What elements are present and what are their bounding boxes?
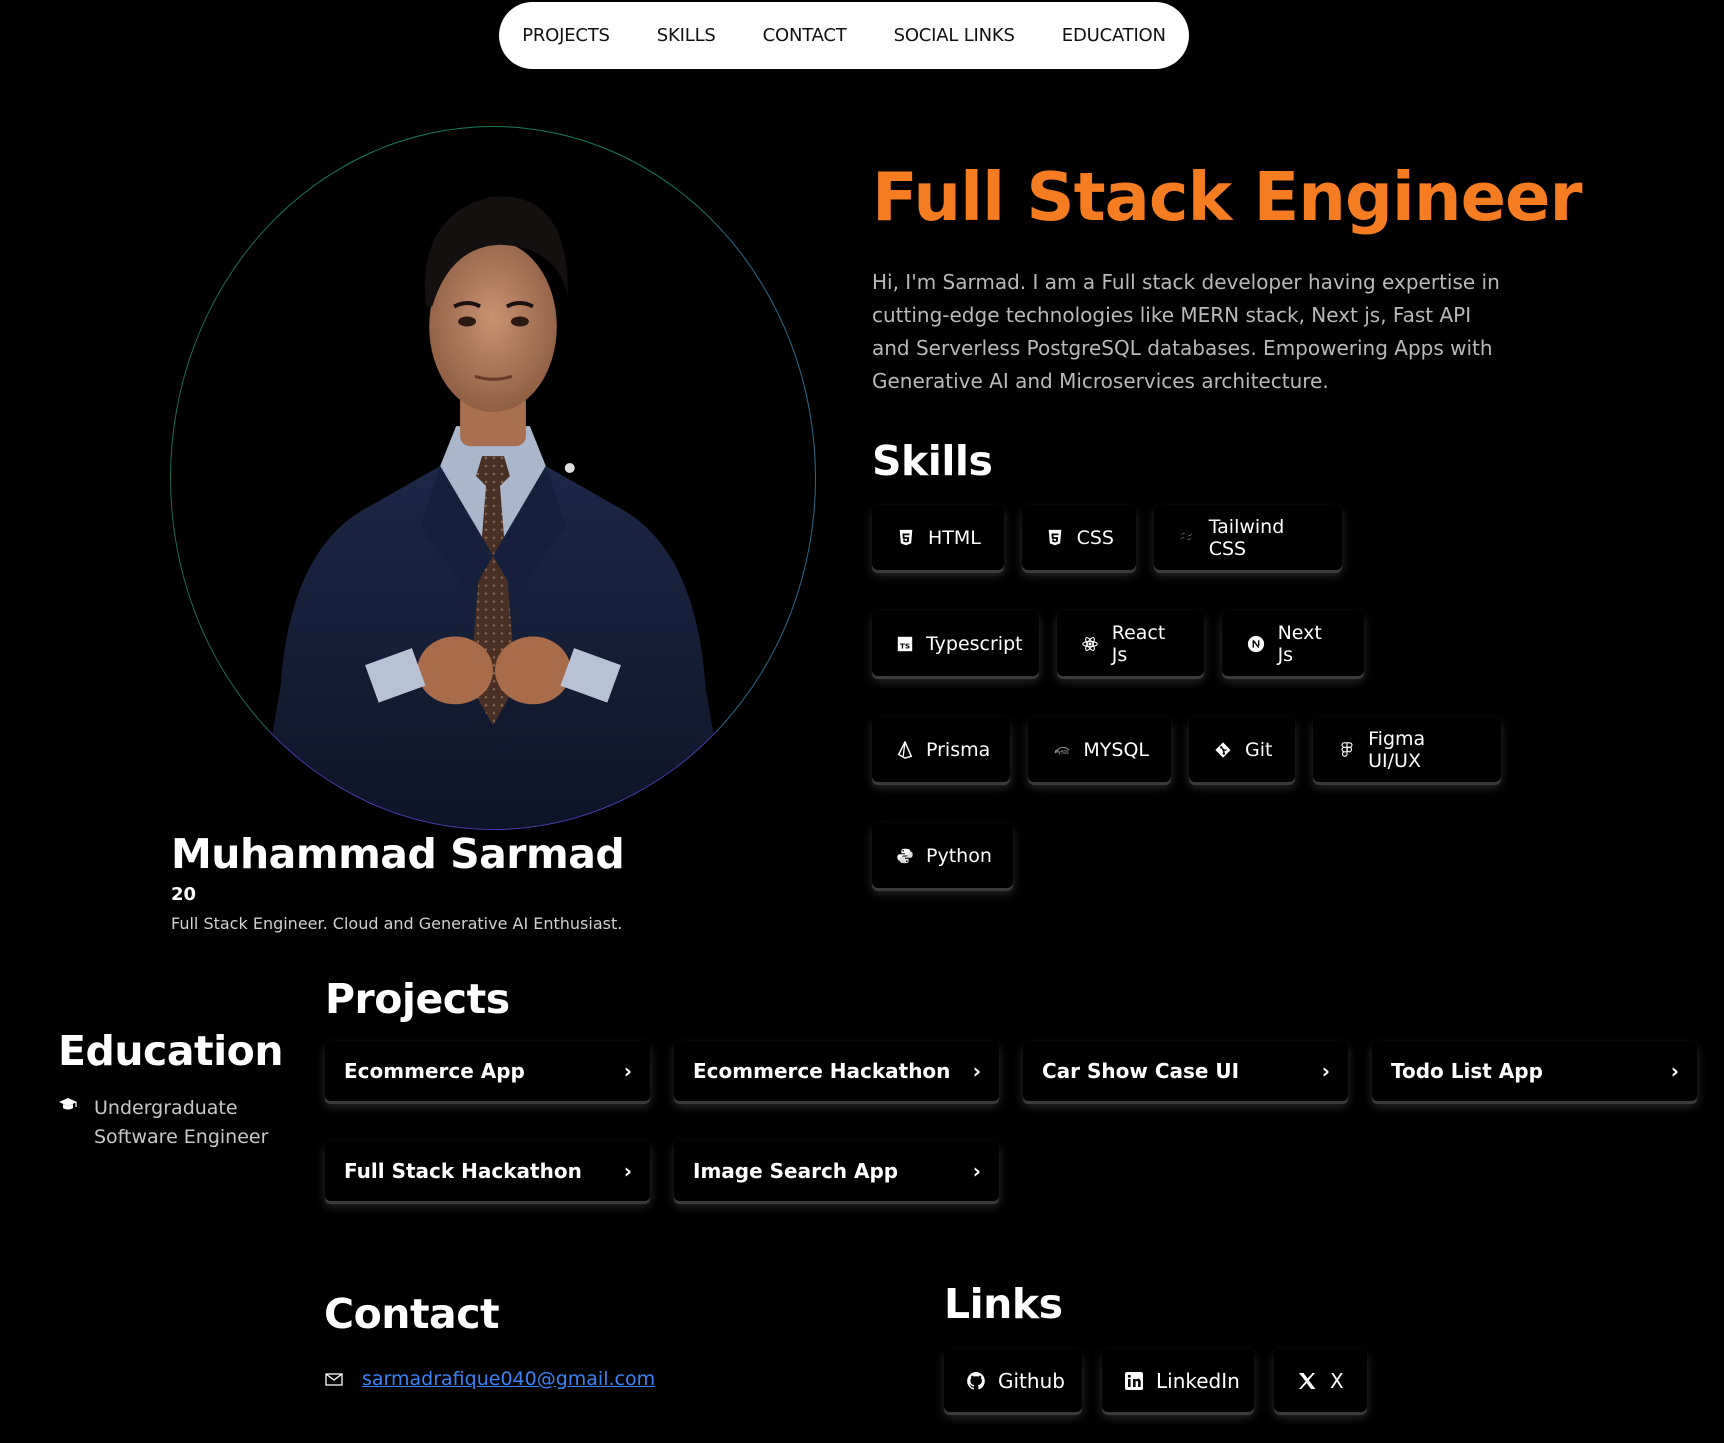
skill-python[interactable]: Python: [872, 823, 1013, 888]
skill-mysql[interactable]: MySQL MYSQL: [1028, 717, 1171, 782]
nav-contact[interactable]: CONTACT: [763, 25, 847, 46]
project-todo-list-app[interactable]: Todo List App ›: [1372, 1041, 1697, 1101]
projects-list: Ecommerce App › Ecommerce Hackathon › Ca…: [325, 1041, 1700, 1241]
typescript-icon: TS: [896, 634, 914, 654]
skill-tailwind[interactable]: Tailwind CSS: [1154, 505, 1342, 570]
link-github[interactable]: Github: [944, 1349, 1082, 1412]
project-label: Todo List App: [1391, 1059, 1543, 1083]
link-linkedin[interactable]: LinkedIn: [1102, 1349, 1254, 1412]
links-heading: Links: [944, 1280, 1063, 1328]
chevron-right-icon: ›: [1321, 1059, 1330, 1083]
svg-text:TS: TS: [900, 641, 910, 650]
project-label: Ecommerce App: [344, 1059, 525, 1083]
git-icon: [1213, 740, 1233, 760]
skills-heading: Skills: [872, 437, 993, 485]
nav-projects[interactable]: PROJECTS: [522, 25, 610, 46]
skill-git[interactable]: Git: [1189, 717, 1295, 782]
skill-label: MYSQL: [1083, 738, 1149, 761]
html5-icon: [896, 528, 916, 548]
linkedin-icon: [1124, 1370, 1144, 1392]
skill-label: Tailwind CSS: [1208, 515, 1285, 560]
link-x[interactable]: X: [1274, 1349, 1367, 1412]
mail-icon: [325, 1371, 343, 1387]
nav-skills[interactable]: SKILLS: [657, 25, 716, 46]
project-label: Full Stack Hackathon: [344, 1159, 582, 1183]
link-label: Github: [998, 1368, 1065, 1393]
svg-text:MySQL: MySQL: [1055, 749, 1070, 754]
skill-typescript[interactable]: TS Typescript: [872, 611, 1039, 676]
skill-label: CSS: [1076, 526, 1114, 549]
skills-list: HTML CSS Tailwind CSS TS Typescript Reac…: [872, 505, 1572, 929]
skill-label: Python: [926, 844, 992, 867]
skill-label: Typescript: [926, 632, 1023, 655]
project-label: Ecommerce Hackathon: [693, 1059, 951, 1083]
project-ecommerce-app[interactable]: Ecommerce App ›: [325, 1041, 650, 1101]
nextjs-icon: [1246, 634, 1266, 654]
chevron-right-icon: ›: [972, 1159, 981, 1183]
contact-email-link[interactable]: sarmadrafique040@gmail.com: [362, 1368, 655, 1390]
education-level: Undergraduate: [94, 1097, 238, 1119]
education-field: Software Engineer: [94, 1126, 269, 1148]
profile-age: 20: [171, 884, 197, 905]
figma-icon: [1337, 740, 1356, 760]
project-label: Car Show Case UI: [1042, 1059, 1240, 1083]
projects-heading: Projects: [325, 975, 510, 1023]
skill-html[interactable]: HTML: [872, 505, 1004, 570]
skill-label: React Js: [1111, 621, 1166, 666]
skill-label: Prisma: [926, 738, 991, 761]
profile-portrait: [256, 196, 730, 829]
hero-title: Full Stack Engineer: [872, 158, 1582, 236]
project-ecommerce-hackathon[interactable]: Ecommerce Hackathon ›: [674, 1041, 999, 1101]
skill-prisma[interactable]: Prisma: [872, 717, 1010, 782]
python-icon: [896, 846, 914, 866]
chevron-right-icon: ›: [972, 1059, 981, 1083]
project-image-search-app[interactable]: Image Search App ›: [674, 1141, 999, 1201]
skill-nextjs[interactable]: Next Js: [1222, 611, 1364, 676]
skill-label: Next Js: [1277, 621, 1322, 666]
skill-react[interactable]: React Js: [1057, 611, 1204, 676]
contact-email-row: sarmadrafique040@gmail.com: [325, 1368, 655, 1390]
chevron-right-icon: ›: [1670, 1059, 1679, 1083]
education-heading: Education: [58, 1027, 284, 1075]
project-car-show-case-ui[interactable]: Car Show Case UI ›: [1023, 1041, 1348, 1101]
contact-heading: Contact: [324, 1290, 500, 1338]
chevron-right-icon: ›: [623, 1059, 632, 1083]
project-full-stack-hackathon[interactable]: Full Stack Hackathon ›: [325, 1141, 650, 1201]
github-icon: [966, 1370, 986, 1392]
x-icon: [1296, 1370, 1318, 1392]
profile-photo: [170, 126, 816, 830]
chevron-right-icon: ›: [623, 1159, 632, 1183]
nav-social-links[interactable]: SOCIAL LINKS: [894, 25, 1015, 46]
graduation-cap-icon: [58, 1096, 78, 1114]
link-label: LinkedIn: [1156, 1368, 1240, 1393]
tailwind-icon: [1178, 528, 1197, 548]
skill-css[interactable]: CSS: [1022, 505, 1136, 570]
education-item: Undergraduate Software Engineer: [58, 1094, 268, 1152]
skill-label: Figma UI/UX: [1368, 727, 1426, 772]
project-label: Image Search App: [693, 1159, 899, 1183]
top-nav: PROJECTS SKILLS CONTACT SOCIAL LINKS EDU…: [499, 2, 1189, 69]
skill-label: HTML: [928, 526, 981, 549]
nav-education[interactable]: EDUCATION: [1062, 25, 1166, 46]
profile-tagline: Full Stack Engineer. Cloud and Generativ…: [171, 914, 623, 933]
profile-name: Muhammad Sarmad: [171, 830, 625, 878]
prisma-icon: [896, 740, 914, 760]
skill-figma[interactable]: Figma UI/UX: [1313, 717, 1501, 782]
hero-description: Hi, I'm Sarmad. I am a Full stack develo…: [872, 270, 1500, 393]
react-icon: [1081, 634, 1100, 654]
css3-icon: [1046, 528, 1065, 548]
mysql-icon: MySQL: [1052, 740, 1071, 760]
social-links: Github LinkedIn X: [944, 1349, 1367, 1412]
skill-label: Git: [1245, 738, 1273, 761]
link-label: X: [1330, 1368, 1344, 1393]
